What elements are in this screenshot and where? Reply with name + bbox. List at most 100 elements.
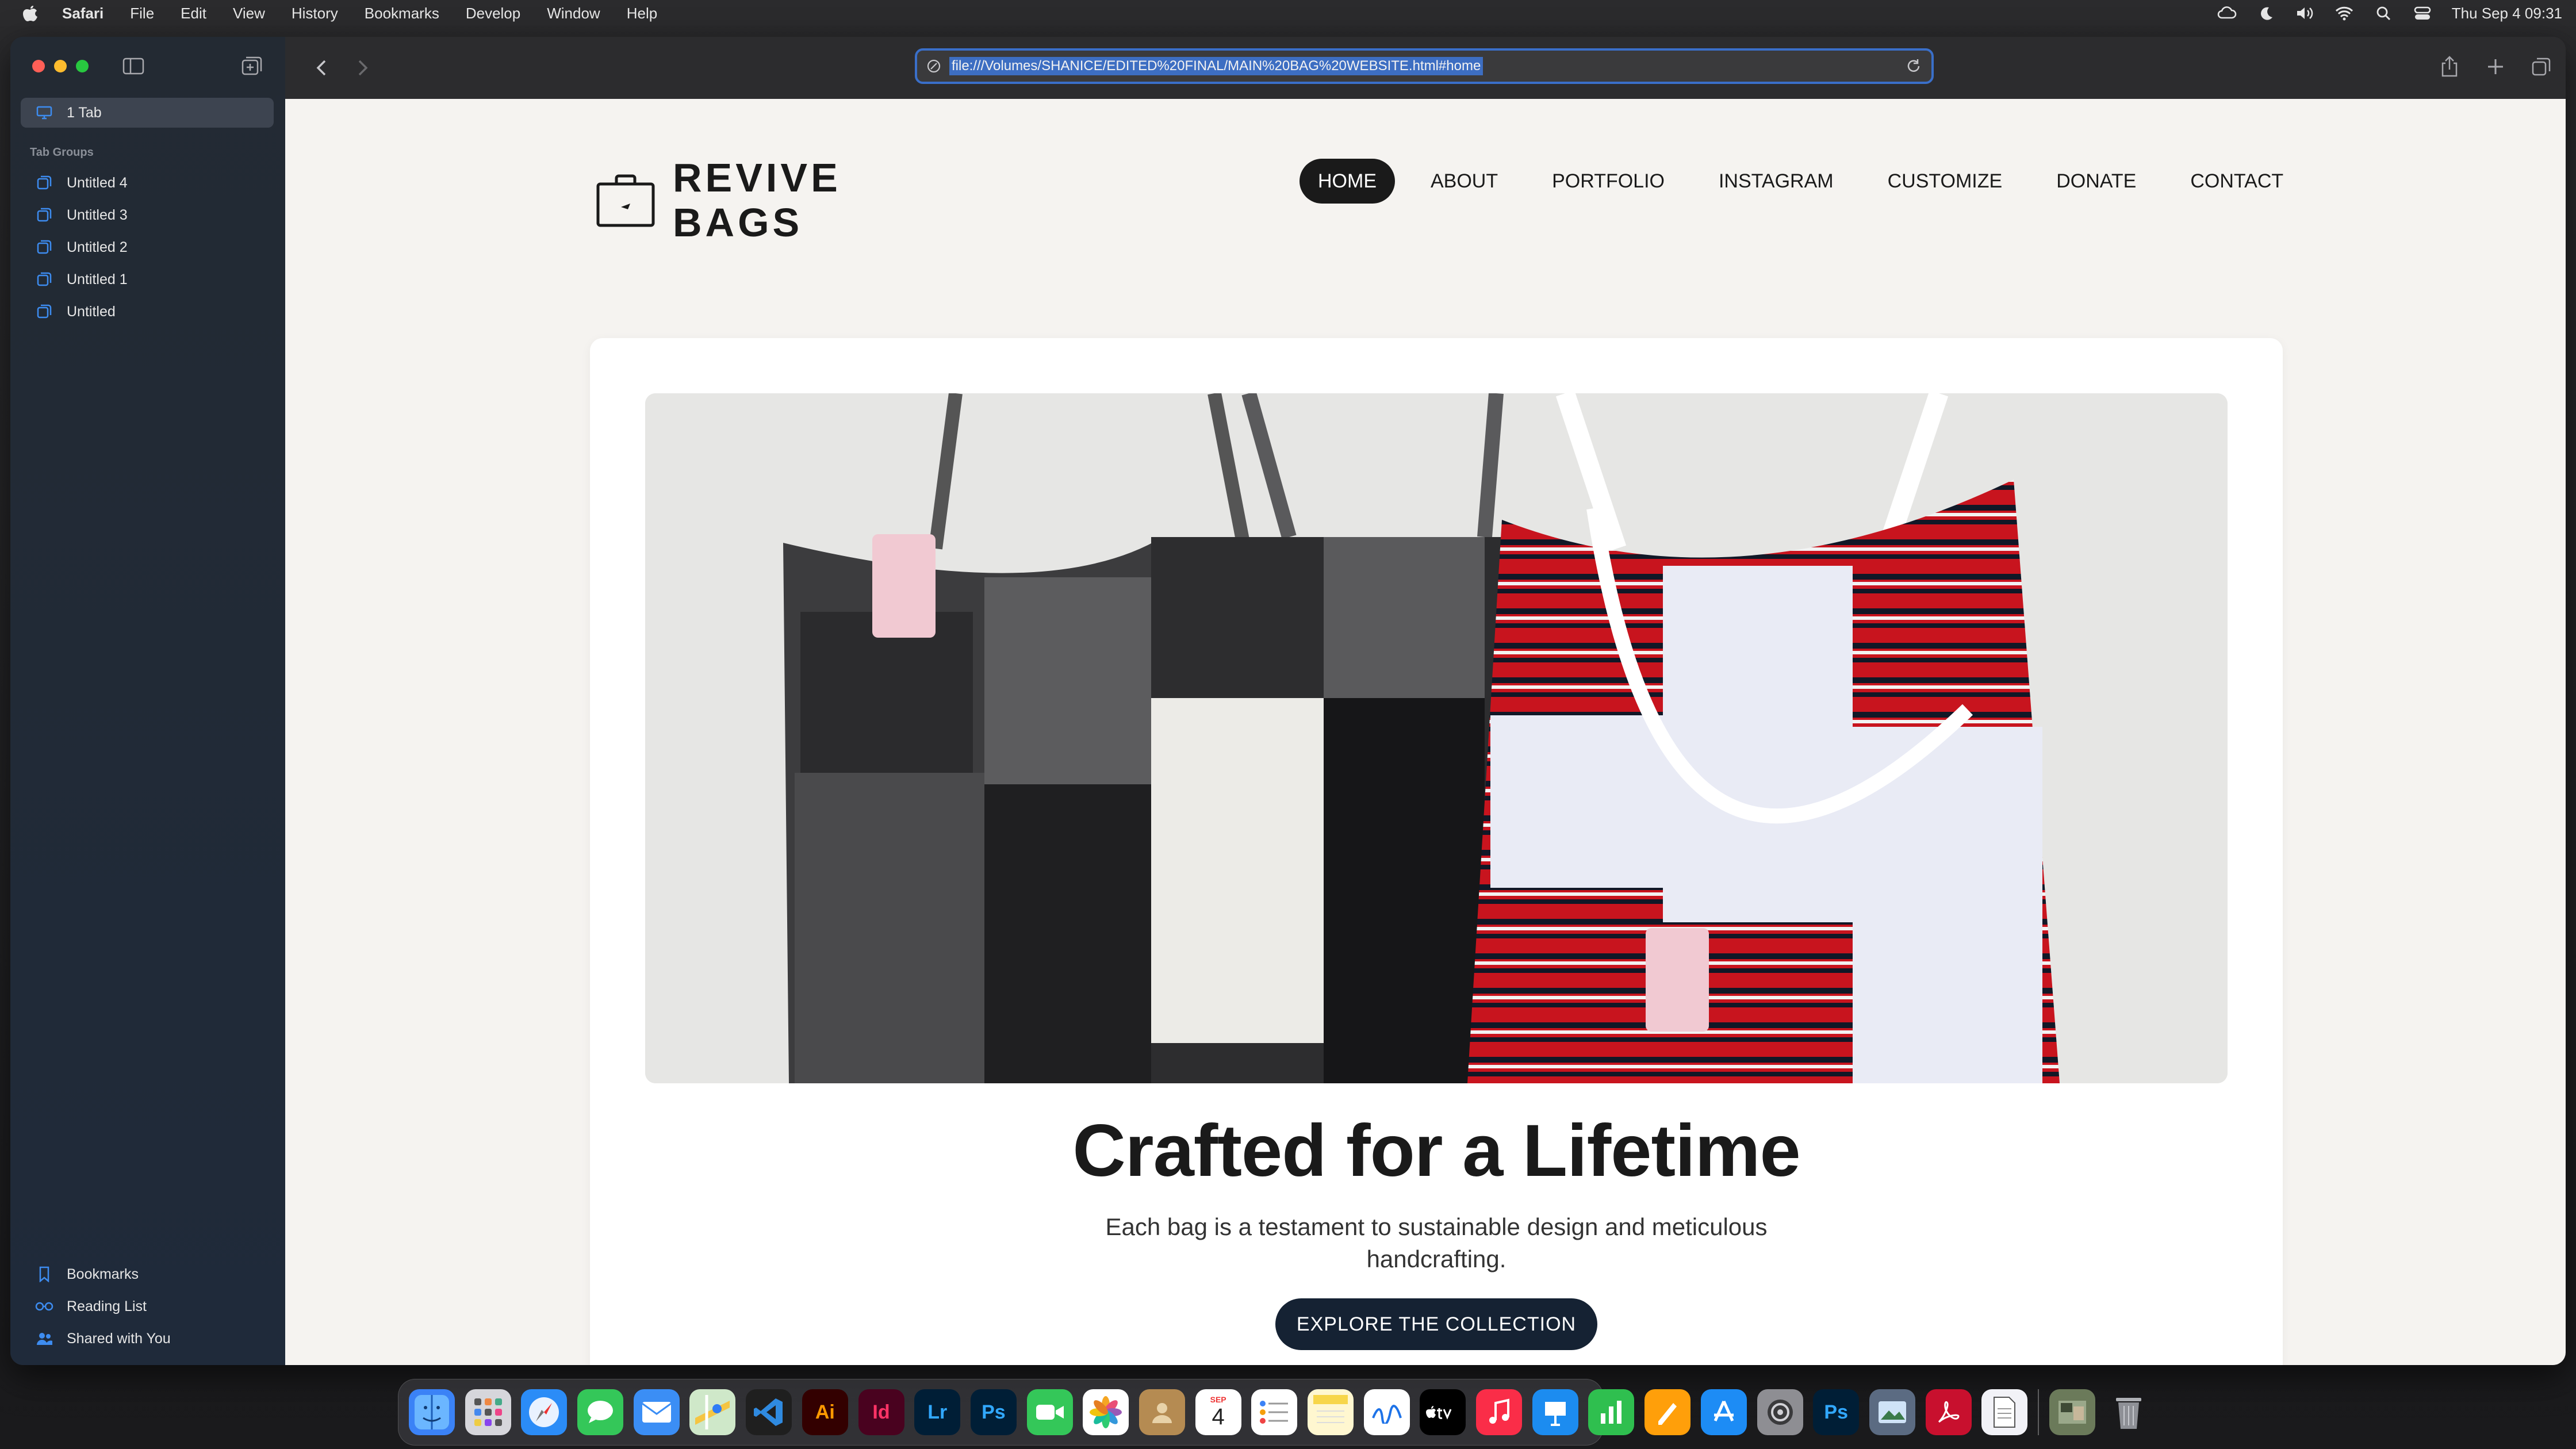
sidebar-item-tab-group[interactable]: Untitled 2	[21, 232, 274, 262]
dock-separator	[2037, 1389, 2039, 1435]
brand-name: REVIVE BAGS	[673, 155, 841, 245]
menu-window[interactable]: Window	[547, 5, 600, 22]
apple-icon[interactable]	[22, 3, 39, 23]
photos-icon[interactable]	[1083, 1389, 1129, 1435]
spotlight-search-icon[interactable]	[2374, 5, 2393, 21]
launchpad-icon[interactable]	[465, 1389, 511, 1435]
trash-icon[interactable]	[2106, 1389, 2152, 1435]
sidebar-item-tab-group[interactable]: Untitled 1	[21, 264, 274, 294]
preview-icon[interactable]	[1869, 1389, 1915, 1435]
reading-list-icon	[34, 1297, 54, 1316]
share-icon[interactable]	[2438, 54, 2461, 79]
zoom-window-button[interactable]	[76, 60, 89, 72]
control-center-icon[interactable]	[2413, 5, 2432, 21]
page-info-icon[interactable]	[925, 57, 942, 75]
music-icon[interactable]	[1476, 1389, 1523, 1435]
menu-app-name[interactable]: Safari	[62, 5, 103, 22]
brand-line-2: BAGS	[673, 200, 803, 245]
sidebar-item-label: Untitled 2	[67, 239, 128, 255]
menu-view[interactable]: View	[233, 5, 265, 22]
photoshop-icon[interactable]: Ps	[970, 1389, 1017, 1435]
tab-group-icon	[34, 173, 54, 193]
sidebar-item-tab-group[interactable]: Untitled 3	[21, 200, 274, 230]
facetime-icon[interactable]	[1026, 1389, 1073, 1435]
numbers-icon[interactable]	[1588, 1389, 1635, 1435]
photoshop-open-icon[interactable]: Ps	[1813, 1389, 1860, 1435]
sidebar-item-reading-list[interactable]: Reading List	[21, 1291, 274, 1321]
sidebar-item-label: Reading List	[67, 1298, 147, 1314]
sidebar-item-label: Untitled 1	[67, 271, 128, 288]
minimize-window-button[interactable]	[54, 60, 67, 72]
sidebar-item-tab-group[interactable]: Untitled	[21, 297, 274, 327]
text-document-icon[interactable]	[1981, 1389, 2028, 1435]
calendar-icon[interactable]: SEP 4	[1195, 1389, 1241, 1435]
url-text[interactable]: file:///Volumes/SHANICE/EDITED%20FINAL/M…	[949, 57, 1483, 75]
cloud-sync-icon[interactable]	[2217, 5, 2237, 21]
safari-toolbar: file:///Volumes/SHANICE/EDITED%20FINAL/M…	[285, 37, 2566, 99]
address-bar[interactable]: file:///Volumes/SHANICE/EDITED%20FINAL/M…	[915, 48, 1934, 84]
sidebar-item-bookmarks[interactable]: Bookmarks	[21, 1259, 274, 1289]
menu-bookmarks[interactable]: Bookmarks	[365, 5, 439, 22]
nav-home[interactable]: HOME	[1300, 159, 1395, 204]
site-logo[interactable]: REVIVE BAGS	[596, 155, 841, 245]
illustrator-icon[interactable]: Ai	[802, 1389, 848, 1435]
maps-icon[interactable]	[689, 1389, 736, 1435]
sidebar-item-label: Bookmarks	[67, 1266, 139, 1282]
nav-instagram[interactable]: INSTAGRAM	[1700, 159, 1852, 204]
menu-file[interactable]: File	[130, 5, 154, 22]
mail-icon[interactable]	[633, 1389, 680, 1435]
system-settings-icon[interactable]	[1757, 1389, 1803, 1435]
sidebar-item-label: Shared with You	[67, 1330, 171, 1347]
brand-line-1: REVIVE	[673, 155, 841, 200]
notes-icon[interactable]	[1308, 1389, 1354, 1435]
menu-edit[interactable]: Edit	[181, 5, 206, 22]
hero-title: Crafted for a Lifetime	[1072, 1110, 1800, 1192]
safari-sidebar: 1 Tab Tab Groups Untitled 4 Untitled 3 U…	[10, 37, 286, 1365]
focus-moon-icon[interactable]	[2256, 5, 2276, 21]
app-store-icon[interactable]	[1700, 1389, 1747, 1435]
safari-icon[interactable]	[521, 1389, 568, 1435]
keynote-icon[interactable]	[1532, 1389, 1578, 1435]
menubar-clock[interactable]: Thu Sep 4 09:31	[2452, 5, 2562, 22]
indesign-icon[interactable]: Id	[858, 1389, 904, 1435]
nav-contact[interactable]: CONTACT	[2172, 159, 2302, 204]
window-controls	[32, 60, 89, 72]
sidebar-toggle-icon[interactable]	[122, 56, 145, 76]
downloads-stack-icon[interactable]	[2049, 1389, 2095, 1435]
tab-overview-icon[interactable]	[2530, 54, 2553, 79]
hero-bags-photo	[645, 393, 2228, 1083]
sidebar-item-label: Untitled 4	[67, 174, 128, 191]
messages-icon[interactable]	[577, 1389, 624, 1435]
shared-people-icon	[34, 1329, 54, 1348]
sidebar-item-shared-with-you[interactable]: Shared with You	[21, 1324, 274, 1354]
reminders-icon[interactable]	[1251, 1389, 1298, 1435]
menu-help[interactable]: Help	[627, 5, 657, 22]
freeform-icon[interactable]	[1363, 1389, 1410, 1435]
acrobat-icon[interactable]	[1925, 1389, 1972, 1435]
pages-icon[interactable]	[1644, 1389, 1691, 1435]
nav-donate[interactable]: DONATE	[2038, 159, 2155, 204]
menu-bar: Safari File Edit View History Bookmarks …	[0, 0, 2576, 26]
menu-develop[interactable]: Develop	[466, 5, 520, 22]
nav-portfolio[interactable]: PORTFOLIO	[1534, 159, 1683, 204]
nav-customize[interactable]: CUSTOMIZE	[1869, 159, 2021, 204]
explore-collection-button[interactable]: EXPLORE THE COLLECTION	[1275, 1298, 1597, 1350]
volume-icon[interactable]	[2295, 5, 2315, 21]
contacts-icon[interactable]	[1138, 1389, 1185, 1435]
close-window-button[interactable]	[32, 60, 45, 72]
menu-history[interactable]: History	[292, 5, 338, 22]
new-tab-icon[interactable]	[2484, 54, 2507, 79]
lightroom-icon[interactable]: Lr	[914, 1389, 961, 1435]
sidebar-item-tab-group[interactable]: Untitled 4	[21, 168, 274, 198]
tab-groups-heading: Tab Groups	[30, 146, 94, 159]
finder-icon[interactable]	[409, 1389, 455, 1435]
apple-tv-icon[interactable]	[1420, 1389, 1466, 1435]
wifi-icon[interactable]	[2334, 5, 2354, 21]
vscode-icon[interactable]	[746, 1389, 792, 1435]
back-arrow-icon[interactable]	[310, 56, 334, 79]
nav-about[interactable]: ABOUT	[1412, 159, 1516, 204]
forward-arrow-icon[interactable]	[351, 56, 374, 79]
reload-icon[interactable]	[1905, 57, 1922, 75]
sidebar-item-current-tabs[interactable]: 1 Tab	[21, 98, 274, 128]
tab-overview-icon[interactable]	[240, 55, 263, 77]
